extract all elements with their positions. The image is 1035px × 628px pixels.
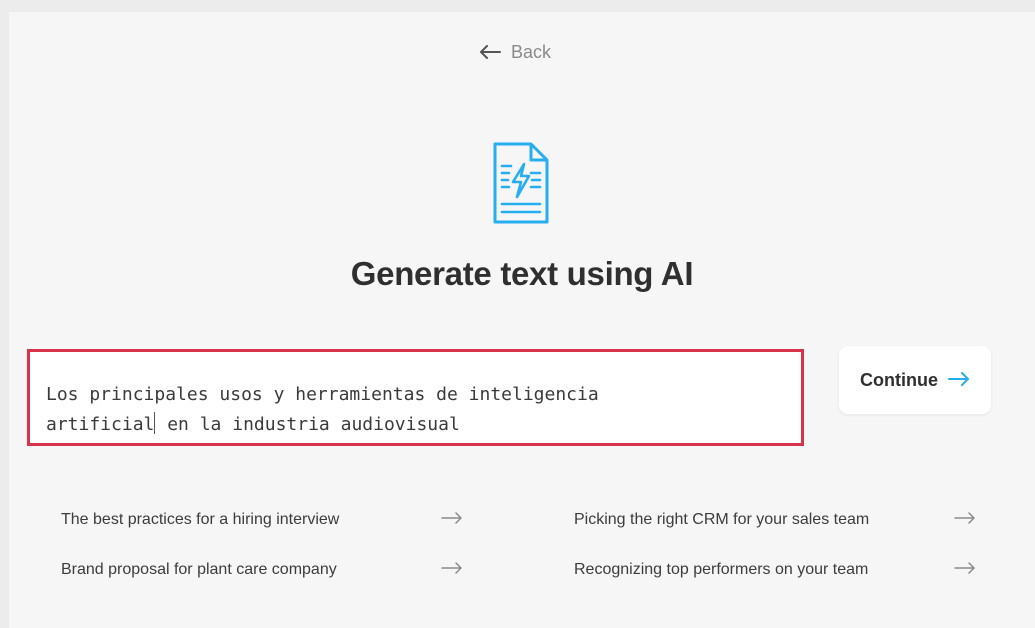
continue-label: Continue — [860, 369, 938, 390]
page-title: Generate text using AI — [350, 255, 694, 292]
prompt-line-2-start: artificial — [46, 414, 155, 435]
arrow-right-icon — [441, 561, 463, 579]
suggestion-label: Recognizing top performers on your team — [574, 561, 869, 578]
prompt-line-1: Los principales usos y herramientas de i… — [46, 384, 599, 405]
suggestion-item[interactable]: The best practices for a hiring intervie… — [61, 508, 481, 532]
back-link[interactable]: Back — [479, 40, 551, 64]
prompt-input[interactable]: Los principales usos y herramientas de i… — [27, 349, 804, 446]
suggestion-item[interactable]: Brand proposal for plant care company — [61, 558, 481, 582]
continue-button[interactable]: Continue — [839, 346, 991, 414]
suggestion-item[interactable]: Picking the right CRM for your sales tea… — [574, 508, 994, 532]
arrow-right-icon — [954, 511, 976, 529]
ai-document-icon — [491, 141, 551, 225]
suggestion-label: The best practices for a hiring intervie… — [61, 511, 340, 528]
prompt-line-2-end: en la industria audiovisual — [156, 414, 460, 435]
arrow-right-icon — [441, 511, 463, 529]
suggestion-label: Picking the right CRM for your sales tea… — [574, 511, 870, 528]
suggestion-item[interactable]: Recognizing top performers on your team — [574, 558, 994, 582]
back-label: Back — [511, 41, 552, 62]
suggestion-label: Brand proposal for plant care company — [61, 561, 337, 578]
generator-panel: Back Generate text using AI Los principa… — [9, 12, 1035, 628]
arrow-left-icon — [479, 45, 501, 59]
arrow-right-icon — [954, 561, 976, 579]
arrow-right-icon — [948, 370, 970, 391]
